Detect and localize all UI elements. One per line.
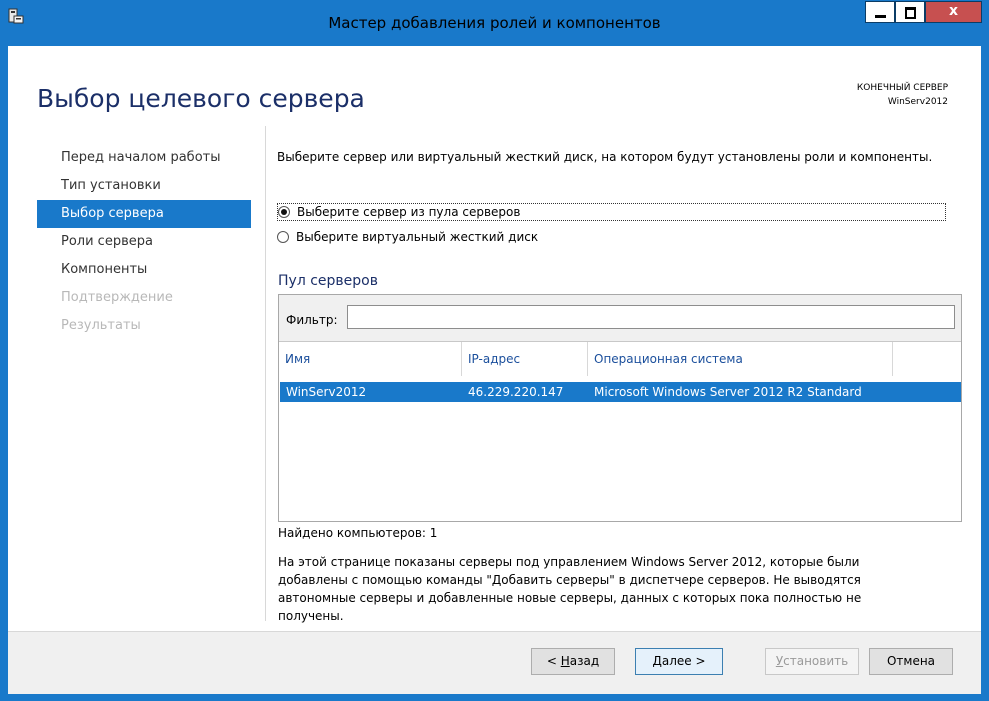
install-button: Установить bbox=[765, 648, 859, 675]
nav-divider bbox=[265, 126, 266, 621]
title-bar: Мастер добавления ролей и компонентов x bbox=[0, 0, 989, 46]
button-bar: < Назад Далее > Установить Отмена bbox=[8, 631, 981, 694]
nav-item-features[interactable]: Компоненты bbox=[37, 256, 251, 284]
minimize-icon bbox=[875, 15, 886, 18]
column-header-ip[interactable]: IP-адрес bbox=[462, 342, 588, 376]
nav-item-before-you-begin[interactable]: Перед началом работы bbox=[37, 144, 251, 172]
nav-item-results: Результаты bbox=[61, 318, 141, 333]
page-title: Выбор целевого сервера bbox=[37, 84, 365, 113]
wizard-nav: Перед началом работы Тип установки Выбор… bbox=[37, 144, 251, 340]
filter-input[interactable] bbox=[347, 305, 955, 329]
cell-operating-system: Microsoft Windows Server 2012 R2 Standar… bbox=[594, 385, 862, 399]
filter-label: Фильтр: bbox=[286, 313, 338, 327]
close-icon: x bbox=[948, 3, 959, 19]
option-server-pool[interactable]: Выберите сервер из пула серверов bbox=[277, 203, 946, 221]
install-button-label: становить bbox=[783, 654, 849, 668]
wizard-client-area: Выбор целевого сервера КОНЕЧНЫЙ СЕРВЕР W… bbox=[8, 46, 981, 694]
destination-server-info: КОНЕЧНЫЙ СЕРВЕР WinServ2012 bbox=[857, 81, 948, 109]
radio-server-pool[interactable] bbox=[278, 206, 290, 218]
destination-server-label: КОНЕЧНЫЙ СЕРВЕР bbox=[856, 83, 948, 93]
cell-server-name: WinServ2012 bbox=[286, 385, 367, 399]
nav-item-server-roles[interactable]: Роли сервера bbox=[37, 228, 251, 256]
filter-area: Фильтр: bbox=[279, 295, 961, 342]
cancel-button[interactable]: Отмена bbox=[869, 648, 953, 675]
close-button[interactable]: x bbox=[925, 1, 982, 23]
nav-item-server-selection[interactable]: Выбор сервера bbox=[37, 200, 251, 228]
column-header-extra bbox=[893, 342, 961, 376]
nav-item-installation-type[interactable]: Тип установки bbox=[37, 172, 251, 200]
minimize-button[interactable] bbox=[865, 1, 895, 23]
description-text: На этой странице показаны серверы под уп… bbox=[278, 555, 862, 623]
option-virtual-disk-label: Выберите виртуальный жесткий диск bbox=[296, 230, 539, 244]
next-button-accesskey: Д bbox=[652, 654, 662, 668]
server-pool-title: Пул серверов bbox=[278, 273, 378, 289]
maximize-icon bbox=[905, 7, 916, 19]
table-row[interactable]: WinServ2012 46.229.220.147 Microsoft Win… bbox=[280, 382, 961, 402]
cell-ip-address: 46.229.220.147 bbox=[468, 385, 564, 399]
wizard-window: Мастер добавления ролей и компонентов x … bbox=[0, 0, 989, 701]
option-virtual-disk[interactable]: Выберите виртуальный жесткий диск bbox=[277, 228, 538, 246]
back-button-prefix: < bbox=[546, 654, 561, 668]
destination-server-name: WinServ2012 bbox=[887, 97, 948, 107]
back-button-accesskey: Н bbox=[560, 654, 570, 668]
next-button[interactable]: Далее > bbox=[635, 648, 723, 675]
column-header-os[interactable]: Операционная система bbox=[588, 342, 893, 376]
back-button[interactable]: < Назад bbox=[531, 648, 615, 675]
column-header-name[interactable]: Имя bbox=[279, 342, 462, 376]
radio-virtual-disk[interactable] bbox=[277, 231, 289, 243]
server-pool-panel: Фильтр: Имя IP-адрес Операционная систем… bbox=[278, 294, 962, 522]
option-server-pool-label: Выберите сервер из пула серверов bbox=[297, 205, 521, 219]
back-button-label: азад bbox=[569, 654, 600, 668]
maximize-button[interactable] bbox=[895, 1, 925, 23]
nav-item-confirmation: Подтверждение bbox=[61, 290, 173, 305]
intro-text: Выберите сервер или виртуальный жесткий … bbox=[277, 150, 933, 164]
next-button-label: алее > bbox=[661, 654, 706, 668]
found-count: Найдено компьютеров: 1 bbox=[278, 526, 438, 540]
window-title: Мастер добавления ролей и компонентов bbox=[328, 14, 661, 32]
